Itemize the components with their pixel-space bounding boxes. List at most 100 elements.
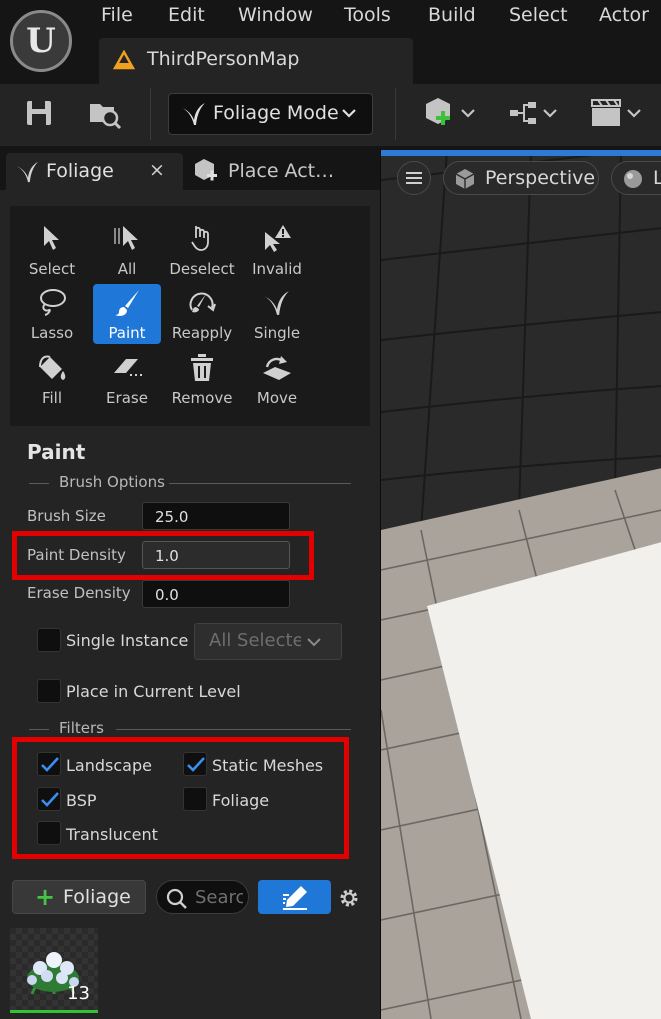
level-icon	[112, 49, 136, 74]
add-foliage-button[interactable]: + Foliage	[12, 880, 146, 914]
brush-options-title: Brush Options	[59, 473, 165, 491]
document-tab-thirdpersonmap[interactable]: ThirdPersonMap	[99, 38, 413, 84]
foliage-panel: Select All Deselect Invalid Lasso Paint …	[0, 190, 380, 1019]
tool-label: Paint	[108, 324, 146, 342]
plus-icon: +	[35, 883, 56, 911]
tool-move[interactable]: Move	[243, 349, 311, 409]
reapply-icon	[168, 288, 236, 318]
add-actor-icon[interactable]	[424, 96, 480, 134]
viewport-active-indicator	[381, 150, 661, 156]
invalid-icon	[243, 224, 311, 254]
place-in-current-level-label: Place in Current Level	[66, 682, 241, 701]
tool-label: Deselect	[169, 260, 235, 278]
blueprints-icon[interactable]	[508, 100, 562, 132]
move-icon	[243, 353, 311, 383]
search-icon	[166, 888, 188, 914]
viewport-perspective-button[interactable]: Perspective	[443, 161, 599, 195]
erase-density-label: Erase Density	[27, 584, 131, 602]
viewport-lit-label: Lit	[653, 167, 661, 189]
lasso-icon	[18, 288, 86, 318]
menu-build[interactable]: Build	[428, 4, 476, 26]
highlight-box-filters	[12, 737, 349, 859]
tool-label: Single	[253, 324, 301, 342]
menu-window[interactable]: Window	[238, 4, 313, 26]
tool-label: Select	[28, 260, 76, 278]
foliage-tool-grid: Select All Deselect Invalid Lasso Paint …	[10, 206, 370, 426]
tab-foliage[interactable]: Foliage ×	[6, 153, 183, 190]
foliage-mode-icon	[181, 102, 207, 130]
save-icon[interactable]	[24, 98, 54, 132]
tool-label: Erase	[106, 389, 148, 407]
single-instance-mode-checkbox[interactable]	[37, 628, 61, 652]
place-in-current-level-checkbox[interactable]	[37, 679, 61, 703]
tool-reapply[interactable]: Reapply	[168, 284, 236, 344]
viewport-lit-button[interactable]: Lit	[611, 161, 661, 195]
brush-size-input[interactable]: 25.0	[142, 502, 290, 530]
chevron-down-icon	[306, 634, 322, 653]
document-tab-label: ThirdPersonMap	[147, 48, 300, 70]
tool-select-all[interactable]: All	[93, 220, 161, 280]
tool-lasso[interactable]: Lasso	[18, 284, 86, 344]
viewport-perspective-label: Perspective	[485, 167, 596, 189]
level-viewport[interactable]: Perspective Lit	[380, 150, 661, 1019]
gear-icon[interactable]	[337, 886, 361, 914]
tool-deselect[interactable]: Deselect	[168, 220, 236, 280]
foliage-item-thumbnail[interactable]: 13	[10, 928, 98, 1013]
tool-remove[interactable]: Remove	[168, 349, 236, 409]
tool-label: Reapply	[171, 324, 233, 342]
fill-bucket-icon	[18, 353, 86, 383]
menu-edit[interactable]: Edit	[168, 4, 205, 26]
toolbar-separator	[395, 88, 396, 140]
single-instance-mode-dropdown[interactable]: All Selected	[194, 623, 342, 660]
tool-label: Move	[256, 389, 298, 407]
menu-select[interactable]: Select	[509, 4, 568, 26]
erase-density-input[interactable]: 0.0	[142, 580, 290, 608]
tool-paint[interactable]: Paint	[93, 284, 161, 344]
close-tab-button[interactable]: ×	[149, 159, 165, 181]
cinematics-icon[interactable]	[590, 96, 646, 134]
tool-fill[interactable]: Fill	[18, 349, 86, 409]
mode-select-label: Foliage Mode	[213, 102, 339, 124]
foliage-instance-count: 13	[67, 983, 90, 1004]
mode-select-dropdown[interactable]: Foliage Mode	[168, 93, 373, 135]
foliage-icon	[16, 161, 40, 187]
tool-single[interactable]: Single	[243, 284, 311, 344]
paint-brush-icon	[93, 288, 161, 318]
unreal-logo-glyph: U	[26, 21, 56, 61]
main-toolbar: Foliage Mode	[0, 84, 661, 146]
tab-foliage-label: Foliage	[46, 160, 114, 182]
eraser-icon	[93, 353, 161, 383]
panel-tab-bar: Foliage × Place Act…	[0, 146, 380, 190]
paint-section-title: Paint	[27, 440, 86, 464]
menu-tools[interactable]: Tools	[344, 4, 391, 26]
tool-label: Remove	[171, 389, 233, 407]
divider	[169, 483, 351, 484]
filters-header: Filters	[29, 719, 351, 739]
menu-file[interactable]: File	[101, 4, 133, 26]
menu-actor[interactable]: Actor	[599, 4, 649, 26]
tool-invalid[interactable]: Invalid	[243, 220, 311, 280]
tool-label: Lasso	[30, 324, 74, 342]
single-icon	[243, 288, 311, 318]
select-all-icon	[93, 224, 161, 254]
viewport-options-button[interactable]	[397, 161, 431, 195]
divider	[29, 483, 49, 484]
tool-label: Invalid	[252, 260, 302, 278]
browse-content-icon[interactable]	[88, 98, 122, 134]
tab-place-actors-label: Place Act…	[228, 160, 335, 182]
unreal-logo[interactable]: U	[10, 10, 72, 72]
tool-erase[interactable]: Erase	[93, 349, 161, 409]
divider	[29, 729, 49, 730]
single-instance-mode-value: All Selected	[209, 630, 301, 651]
foliage-search-box[interactable]	[156, 880, 249, 914]
foliage-search-input[interactable]	[195, 885, 243, 909]
brush-options-header: Brush Options	[29, 473, 351, 493]
tool-select[interactable]: Select	[18, 220, 86, 280]
trash-icon	[168, 353, 236, 383]
filters-title: Filters	[59, 719, 104, 737]
edit-foliage-settings-button[interactable]	[258, 880, 331, 914]
tool-label: All	[117, 260, 137, 278]
cursor-icon	[18, 224, 86, 254]
place-actors-icon	[194, 157, 220, 187]
cube-icon	[455, 169, 475, 189]
